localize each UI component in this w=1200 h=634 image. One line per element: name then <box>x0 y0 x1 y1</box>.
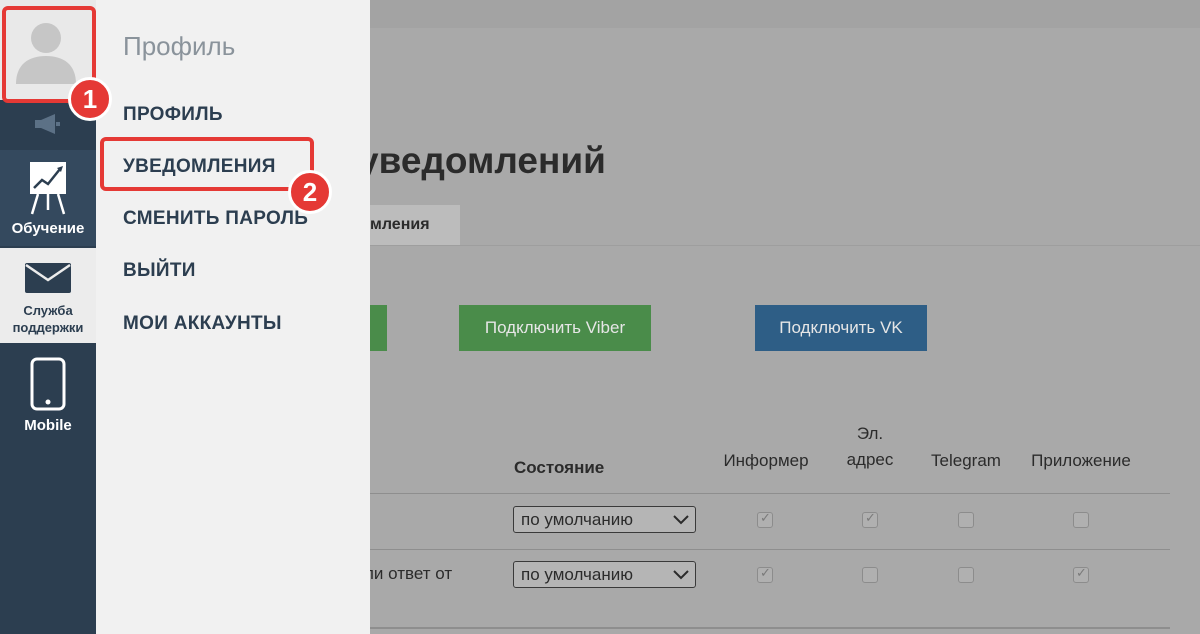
user-silhouette-icon <box>16 23 76 84</box>
table-divider <box>370 493 1170 494</box>
telegram-checkbox[interactable] <box>958 567 974 583</box>
connect-viber-button[interactable]: Подключить Viber <box>459 305 651 351</box>
chart-board-icon <box>30 162 66 215</box>
state-select-value: по умолчанию <box>521 510 633 529</box>
column-header-informer: Информер <box>723 451 809 470</box>
app-checkbox[interactable] <box>1073 512 1089 528</box>
connect-vk-button[interactable]: Подключить VK <box>755 305 927 351</box>
speaker-icon <box>35 114 60 134</box>
tab-divider <box>370 245 1200 246</box>
sidebar-item-label: Обучение <box>11 220 85 237</box>
smartphone-icon <box>30 357 66 411</box>
column-header-app: Приложение <box>1031 451 1131 470</box>
main-content-dimmed: уведомлений мления Подключить Viber Подк… <box>370 0 1200 634</box>
email-checkbox[interactable] <box>862 567 878 583</box>
column-header-state: Состояние <box>514 458 605 477</box>
sidebar-item-training[interactable]: Обучение <box>0 150 96 246</box>
menu-item-profile[interactable]: ПРОФИЛЬ <box>123 104 223 126</box>
sidebar-item-mobile[interactable]: Mobile <box>0 345 96 441</box>
table-divider <box>370 549 1170 550</box>
step-badge: 2 <box>288 170 332 214</box>
event-name: ли ответ от <box>370 564 453 583</box>
telegram-checkbox[interactable] <box>958 512 974 528</box>
menu-item-logout[interactable]: ВЫЙТИ <box>123 260 196 282</box>
chevron-down-icon <box>673 570 689 580</box>
email-checkbox[interactable] <box>862 511 878 528</box>
page-title: уведомлений <box>370 140 606 181</box>
state-select[interactable]: по умолчанию <box>513 561 696 588</box>
dropdown-title: Профиль <box>123 31 236 61</box>
menu-item-change-password[interactable]: СМЕНИТЬ ПАРОЛЬ <box>123 208 308 230</box>
menu-item-my-accounts[interactable]: МОИ АККАУНТЫ <box>123 313 282 335</box>
column-header-telegram: Telegram <box>931 451 1001 470</box>
sidebar-item-label: Mobile <box>24 417 72 434</box>
chevron-down-icon <box>673 515 689 525</box>
top-bar <box>370 0 1200 28</box>
informer-checkbox[interactable] <box>757 511 773 528</box>
informer-checkbox[interactable] <box>757 566 773 583</box>
state-select-value: по умолчанию <box>521 565 633 584</box>
tab-notifications[interactable]: мления <box>370 205 460 245</box>
step-badge: 1 <box>68 77 112 121</box>
profile-dropdown: Профиль ПРОФИЛЬ УВЕДОМЛЕНИЯ СМЕНИТЬ ПАРО… <box>96 0 370 634</box>
envelope-icon <box>25 263 71 293</box>
state-select[interactable]: по умолчанию <box>513 506 696 533</box>
menu-item-notifications[interactable]: УВЕДОМЛЕНИЯ <box>123 156 276 178</box>
app-checkbox[interactable] <box>1073 566 1089 583</box>
column-header-email: Эл. адрес <box>846 424 894 469</box>
sidebar-item-label: Служба поддержки <box>12 303 84 335</box>
sidebar-item-support[interactable]: Служба поддержки <box>0 248 96 343</box>
connect-telegram-button[interactable] <box>370 305 387 351</box>
table-divider <box>370 627 1170 629</box>
